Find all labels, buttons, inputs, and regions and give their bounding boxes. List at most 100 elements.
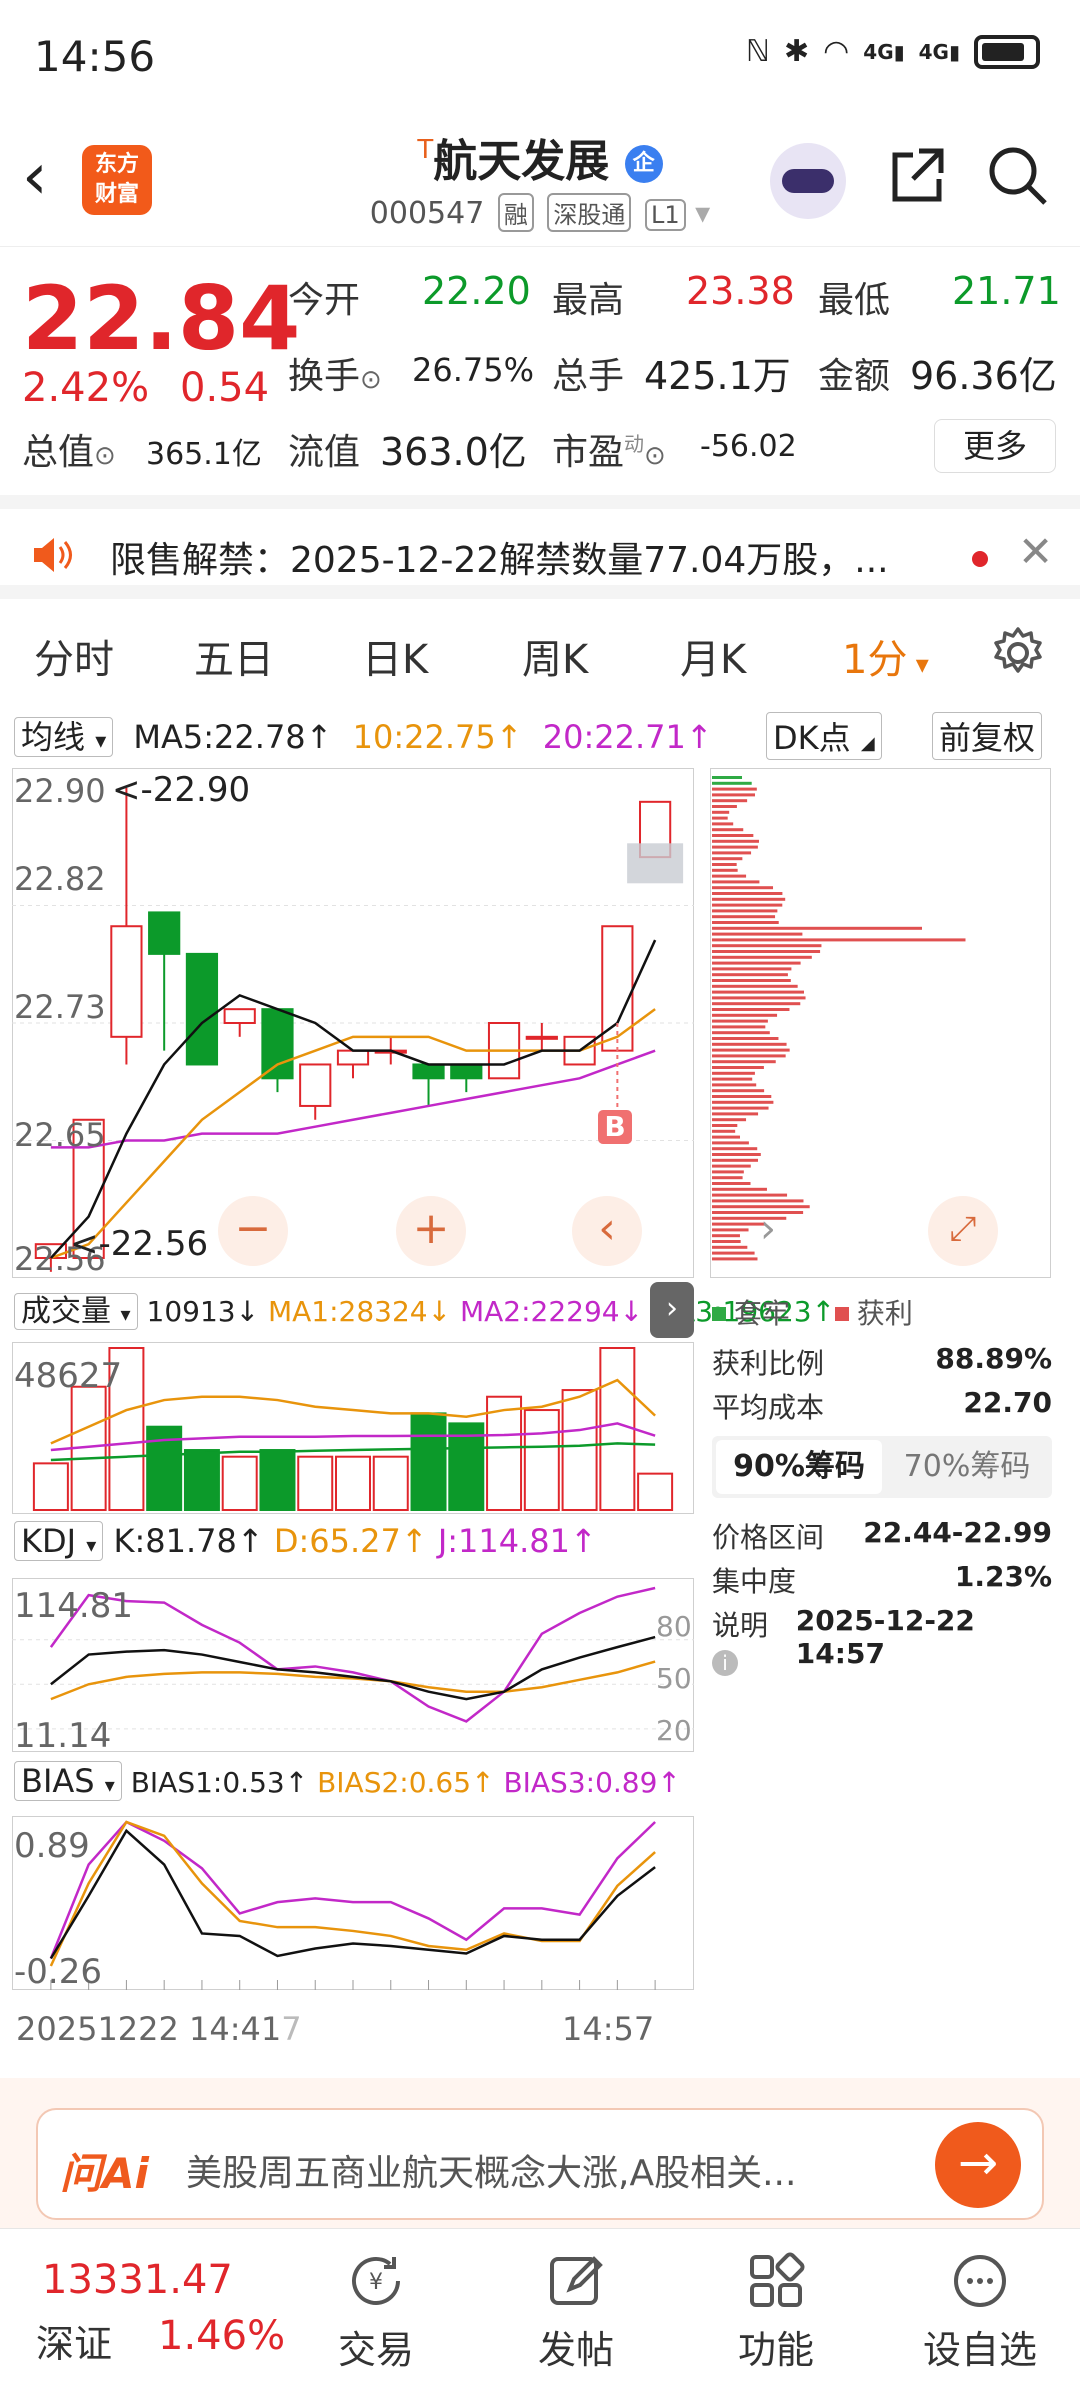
tab-five-day[interactable]: 五日 [194, 627, 274, 685]
kdj-k-line [50, 1635, 656, 1701]
chip-bar [712, 1048, 790, 1052]
tab-intraday[interactable]: 分时 [34, 627, 114, 685]
scroll-left-button[interactable]: ‹ [572, 1196, 642, 1266]
candle-body [261, 1008, 294, 1080]
chip-bar [712, 984, 798, 988]
chip-bar [712, 1037, 779, 1040]
chip-bar [712, 1060, 776, 1064]
low-label: 最低 [818, 280, 891, 321]
ai-query-text[interactable]: 美股周五商业航天概念大涨,A股相关... [186, 2144, 796, 2196]
chip-bar [712, 1118, 747, 1122]
candle-body [185, 952, 219, 1066]
kdj-j: J:114.81↑ [437, 1522, 597, 1560]
tab-chip-90[interactable]: 90%筹码 [716, 1440, 882, 1494]
chip-bar [712, 822, 734, 826]
chip-bar [712, 1182, 751, 1185]
index-value[interactable]: 13331.47 [42, 2257, 233, 2303]
chip-bar [712, 845, 758, 849]
chip-bar [712, 1153, 761, 1156]
volume-axis-max: 48627 [14, 1356, 123, 1396]
adjust-button[interactable]: 前复权 [932, 712, 1043, 760]
indicator-select[interactable]: 均线 ▾ [14, 717, 114, 757]
kdj-select[interactable]: KDJ ▾ [14, 1521, 104, 1561]
nav-trade[interactable]: ¥ 交易 [306, 2251, 446, 2374]
notice-banner[interactable]: 限售解禁：2025-12-22解禁数量77.04万股，... ✕ [0, 495, 1080, 599]
chip-bar [712, 944, 822, 948]
chip-tabs: 90%筹码 70%筹码 [712, 1436, 1052, 1498]
bias-bar: BIAS ▾ BIAS1:0.53↑ BIAS2:0.65↑ BIAS3:0.8… [14, 1761, 681, 1801]
close-icon[interactable]: ✕ [1018, 527, 1053, 576]
note-row: 说明 i 2025-12-22 14:57 [712, 1604, 975, 1676]
chip-bar [712, 810, 730, 814]
chip-bar [712, 1095, 772, 1098]
tab-monthly-k[interactable]: 月K [680, 627, 746, 685]
nav-add-watchlist[interactable]: 设自选 [910, 2251, 1050, 2374]
chip-bar [712, 805, 737, 808]
turnover-value: 26.75% [412, 351, 535, 389]
nav-post[interactable]: 发帖 [506, 2251, 646, 2374]
bias-chart[interactable] [12, 1816, 694, 1990]
chip-bar [712, 1170, 744, 1174]
chip-bar [712, 996, 806, 1000]
chip-bar [712, 1124, 738, 1127]
chip-bar [712, 1164, 751, 1168]
candle-body [525, 1035, 558, 1040]
chip-arrow-icon[interactable]: › [760, 1206, 776, 1252]
zoom-out-button[interactable]: − [218, 1196, 288, 1266]
low-value: 21.71 [952, 269, 1061, 313]
chip-bar [712, 1187, 767, 1191]
signal-4g-icon: 4G▮ [918, 39, 960, 64]
assistant-robot-icon[interactable] [770, 143, 846, 219]
bluetooth-icon: ✱ [783, 34, 810, 69]
search-icon[interactable] [985, 143, 1049, 207]
nav-functions[interactable]: 功能 [706, 2251, 846, 2374]
candle-body [299, 1063, 332, 1107]
gear-icon[interactable] [990, 625, 1046, 681]
pe-label: 市盈动⊙ [552, 432, 666, 473]
high-value: 23.38 [686, 269, 795, 313]
axis-label-2: 22.82 [14, 860, 106, 898]
info-icon[interactable]: i [712, 1650, 738, 1676]
chip-bar [712, 1066, 764, 1069]
expand-indicator-button[interactable]: › [650, 1282, 694, 1338]
tab-chip-70[interactable]: 70%筹码 [886, 1440, 1048, 1494]
buy-mark[interactable]: B [598, 1110, 632, 1144]
volume-bar [259, 1449, 296, 1512]
arrow-right-icon[interactable]: → [935, 2122, 1021, 2208]
signal-4g-icon: 4G▮ [863, 39, 905, 64]
axis-label-3: 22.73 [14, 988, 106, 1026]
more-button[interactable]: 更多 [934, 419, 1056, 473]
chip-bar [712, 874, 747, 878]
dk-point-button[interactable]: DK点 ◢ [766, 712, 882, 760]
chip-bar [712, 1176, 743, 1180]
chip-bar [712, 926, 922, 930]
kdj-level-20: 20 [656, 1714, 692, 1747]
tab-weekly-k[interactable]: 周K [522, 627, 588, 685]
vol-ma2: MA2:22294↓ [459, 1295, 644, 1328]
expand-icon[interactable]: ⤢ [928, 1196, 998, 1266]
bias-select[interactable]: BIAS ▾ [14, 1761, 122, 1801]
zoom-in-button[interactable]: + [396, 1196, 466, 1266]
candle-body [110, 925, 143, 1038]
chip-bar [712, 1054, 786, 1058]
chip-bar [712, 1147, 758, 1151]
price-range-row: 价格区间 22.44-22.99 [712, 1516, 1052, 1554]
chip-bar [712, 1042, 787, 1046]
tab-one-minute[interactable]: 1分 ▾ [842, 627, 929, 685]
candle-body [450, 1063, 483, 1080]
info-icon: ⊙ [360, 365, 382, 395]
ma-bar: 均线 ▾ MA5:22.78↑ 10:22.75↑ 20:22.71↑ [14, 712, 1074, 760]
chip-bar [712, 787, 757, 791]
time-axis-end: 14:57 [562, 2010, 655, 2048]
volume-bar [183, 1449, 220, 1512]
volume-bar [561, 1389, 598, 1512]
ma5-value: MA5:22.78↑ [133, 718, 333, 756]
chip-bar [712, 1100, 774, 1104]
chip-bar [712, 1077, 753, 1081]
chip-bar [712, 955, 812, 959]
chip-bar [712, 834, 754, 837]
share-icon[interactable] [885, 143, 949, 207]
tab-daily-k[interactable]: 日K [362, 627, 428, 685]
chip-bar [712, 903, 783, 907]
volume-select[interactable]: 成交量 ▾ [14, 1293, 138, 1330]
